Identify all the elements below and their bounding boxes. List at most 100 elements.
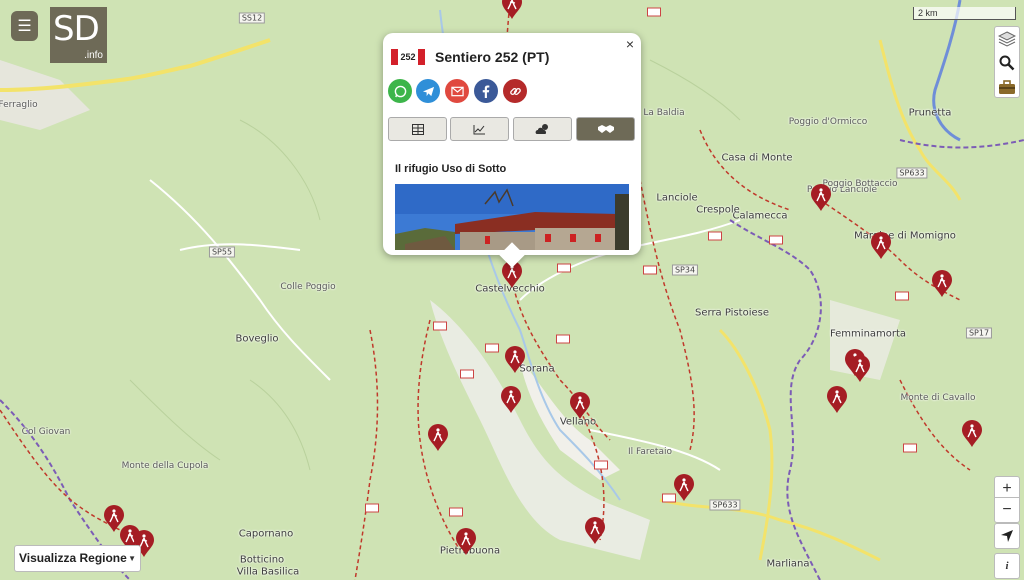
place-label: Ferraglio xyxy=(0,100,38,110)
search-button[interactable] xyxy=(995,51,1019,75)
layers-button[interactable] xyxy=(995,27,1019,51)
popup-title: Sentiero 252 (PT) xyxy=(435,49,550,65)
tab-weather[interactable] xyxy=(513,117,572,141)
search-icon xyxy=(999,55,1015,71)
trail-badge[interactable] xyxy=(769,235,783,245)
share-link-button[interactable] xyxy=(503,79,527,103)
info-label: i xyxy=(1005,560,1009,572)
link-icon xyxy=(509,87,521,95)
place-label: Marliana xyxy=(766,558,810,570)
road-badge: SS12 xyxy=(238,12,266,24)
road-badge: SP633 xyxy=(896,167,928,179)
trail-badge[interactable] xyxy=(895,291,909,301)
hiking-pin[interactable] xyxy=(810,184,832,212)
zoom-in-label: + xyxy=(1002,480,1012,497)
info-button[interactable]: i xyxy=(994,553,1020,579)
place-label: Calamecca xyxy=(732,210,788,222)
logo-suffix: .info xyxy=(84,50,103,61)
hiking-pin[interactable] xyxy=(501,0,523,20)
trail-badge[interactable] xyxy=(643,265,657,275)
hiking-pin[interactable] xyxy=(931,270,953,298)
locate-icon xyxy=(1001,530,1013,542)
place-label: Femminamorta xyxy=(829,328,907,340)
menu-button[interactable]: ☰ xyxy=(11,11,38,41)
trail-badge[interactable] xyxy=(903,443,917,453)
hiking-pin[interactable] xyxy=(870,232,892,260)
toolbox-icon xyxy=(999,80,1015,94)
place-label: Casa di Monte xyxy=(721,152,793,164)
trail-badge[interactable] xyxy=(647,7,661,17)
refuge-label: Il rifugio Uso di Sotto xyxy=(395,163,507,175)
elevation-chart-icon xyxy=(473,124,485,134)
logo-text: SD xyxy=(53,9,100,49)
place-label: Crespole xyxy=(696,204,740,216)
place-label: Villa Basilica xyxy=(236,566,300,578)
place-label: Monte della Cupola xyxy=(121,461,209,471)
tab-partners[interactable] xyxy=(576,117,635,141)
trail-number-badge: 252 xyxy=(391,49,425,65)
tab-table[interactable] xyxy=(388,117,447,141)
layers-icon xyxy=(998,31,1016,47)
tab-elevation[interactable] xyxy=(450,117,509,141)
trail-popup: × 252 Sentiero 252 (PT) Il rifugio Uso d… xyxy=(383,33,641,255)
facebook-icon xyxy=(482,84,490,98)
place-label: Capornano xyxy=(238,528,294,540)
trail-badge[interactable] xyxy=(556,334,570,344)
trail-badge[interactable] xyxy=(433,321,447,331)
close-icon[interactable]: × xyxy=(626,36,634,52)
telegram-icon xyxy=(422,86,434,96)
toolbox-button[interactable] xyxy=(995,75,1019,99)
place-label: Col Giovan xyxy=(21,427,71,437)
hiking-pin[interactable] xyxy=(569,392,591,420)
place-label: Poggio d'Ormicco xyxy=(788,117,868,127)
place-label: Colle Poggio xyxy=(280,282,336,292)
hiking-pin[interactable] xyxy=(673,474,695,502)
place-label: Lanciole xyxy=(656,192,698,204)
hiking-pin[interactable] xyxy=(500,386,522,414)
trail-badge[interactable] xyxy=(485,343,499,353)
hamburger-icon: ☰ xyxy=(17,18,32,35)
place-label: Poggio Bottaccio xyxy=(822,179,898,189)
trail-badge[interactable] xyxy=(708,231,722,241)
place-label: Prunetta xyxy=(908,107,952,119)
share-telegram-button[interactable] xyxy=(416,79,440,103)
hiking-pin[interactable] xyxy=(826,386,848,414)
email-icon xyxy=(450,86,464,96)
place-label: Il Faretaio xyxy=(628,447,672,457)
share-email-button[interactable] xyxy=(445,79,469,103)
hiking-pin[interactable] xyxy=(584,517,606,545)
hiking-pin[interactable] xyxy=(504,346,526,374)
trail-badge[interactable] xyxy=(557,263,571,273)
zoom-out-label: − xyxy=(1002,501,1012,518)
scale-label: 2 km xyxy=(918,8,938,18)
chevron-down-icon: ▼ xyxy=(128,554,136,563)
handshake-icon xyxy=(597,125,614,133)
place-label: Serra Pistoiese xyxy=(695,307,769,319)
trail-badge[interactable] xyxy=(460,369,474,379)
whatsapp-icon xyxy=(394,85,406,97)
hiking-pin[interactable] xyxy=(849,355,871,383)
locate-button[interactable] xyxy=(994,523,1020,549)
hiking-pin[interactable] xyxy=(427,424,449,452)
scale-bar: 2 km xyxy=(913,7,1016,20)
road-badge: SP34 xyxy=(671,264,699,276)
hiking-pin[interactable] xyxy=(455,528,477,556)
region-select-label: Visualizza Regione xyxy=(19,551,127,565)
trail-badge[interactable] xyxy=(594,460,608,470)
region-select[interactable]: Visualizza Regione ▼ xyxy=(14,545,141,572)
zoom-out-button[interactable]: − xyxy=(994,497,1020,523)
road-badge: SP55 xyxy=(208,246,236,258)
trail-badge[interactable] xyxy=(449,507,463,517)
map-tools xyxy=(994,26,1020,98)
site-logo[interactable]: SD .info xyxy=(50,7,107,63)
weather-icon xyxy=(535,124,548,134)
place-label: Boveglio xyxy=(235,333,279,345)
share-whatsapp-button[interactable] xyxy=(388,79,412,103)
place-label: Botticino xyxy=(239,554,285,566)
trail-badge[interactable] xyxy=(365,503,379,513)
place-label: La Baldia xyxy=(643,108,685,118)
place-label: Monte di Cavallo xyxy=(900,393,976,403)
hiking-pin[interactable] xyxy=(961,420,983,448)
refuge-photo[interactable] xyxy=(395,184,629,250)
share-facebook-button[interactable] xyxy=(474,79,498,103)
